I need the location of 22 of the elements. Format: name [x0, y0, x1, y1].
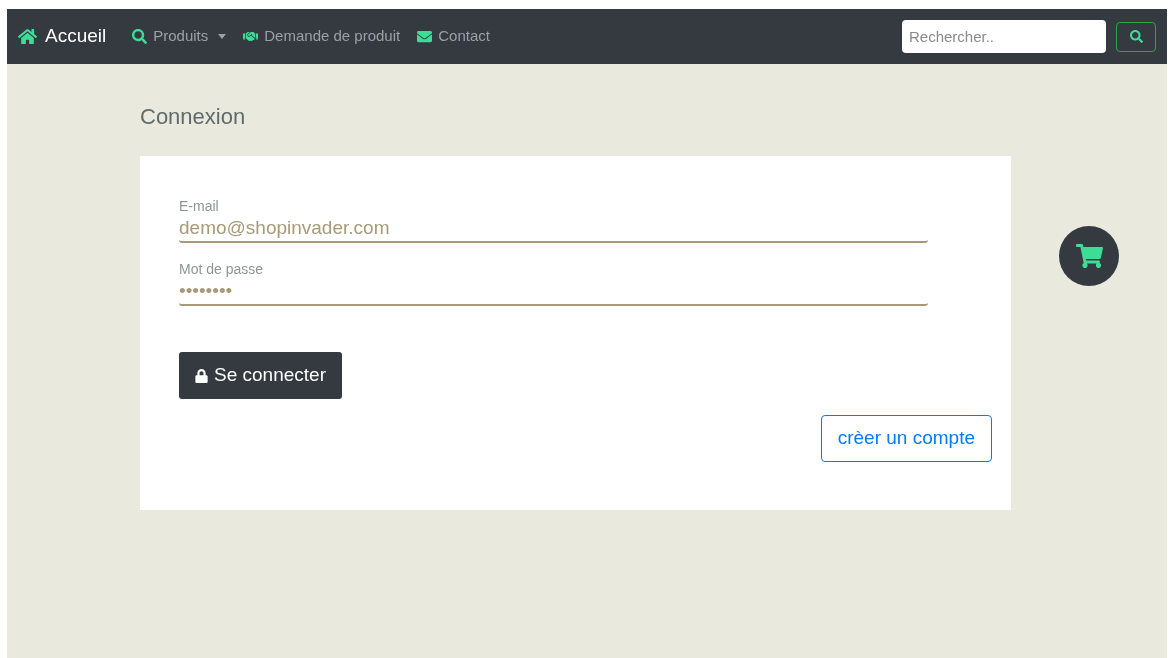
input-field[interactable]: •••••••• — [179, 278, 928, 306]
search-button[interactable] — [1116, 21, 1156, 52]
cart-button[interactable] — [1059, 226, 1119, 286]
search-icon — [1129, 30, 1143, 43]
create-account-button[interactable]: crèer un compte — [820, 415, 992, 462]
login-button[interactable]: Se connecter — [179, 352, 342, 399]
envelope-icon — [417, 29, 433, 44]
input-field[interactable]: demo@shopinvader.com — [179, 215, 928, 243]
field-label: E-mail — [179, 198, 220, 215]
nav-link[interactable]: Contact — [417, 25, 490, 48]
home-icon — [18, 28, 37, 45]
field-label: Mot de passe — [179, 261, 265, 278]
search-field[interactable]: Rechercher.. — [902, 20, 1106, 53]
nav-dropdown[interactable]: Produits — [132, 25, 227, 48]
lock-icon — [195, 368, 208, 383]
nav-link[interactable]: Demande de produit — [243, 25, 401, 48]
caret-icon — [218, 34, 227, 39]
cart-icon — [1075, 244, 1103, 268]
handshake-icon — [243, 29, 259, 44]
page-title: Connexion — [140, 104, 247, 130]
search-icon — [132, 29, 148, 44]
home-link[interactable]: Accueil — [18, 22, 107, 51]
